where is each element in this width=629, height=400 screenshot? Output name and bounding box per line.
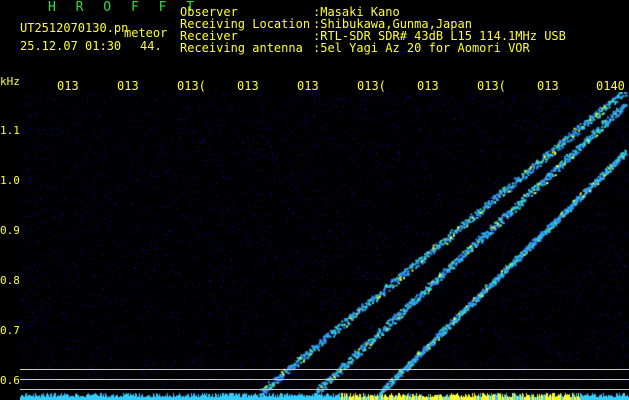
y-tick-label: 1.0 [0,174,20,187]
guide-line [20,389,629,390]
antenna-value: :5el Yagi Az 20 for Aomori VOR [313,41,530,55]
app-title: H R O F F T [48,0,201,15]
y-axis-unit: kHz [0,75,20,88]
time-tick-label: 013 [417,79,439,93]
filename-label: UT2512070130.pn [20,21,129,35]
time-tick-label: 013( [177,79,206,93]
time-tick-label: 013 [117,79,139,93]
spectrogram [20,92,629,400]
guide-line [20,369,629,370]
time-tick-label: 013( [477,79,506,93]
time-tick-label: 013 [297,79,319,93]
datetime-label: 25.12.07 01:30 [20,39,122,53]
y-tick-label: 0.9 [0,224,20,237]
y-tick-label: 0.8 [0,274,20,287]
time-tick-label: 013 [537,79,559,93]
time-tick-label: 013 [57,79,79,93]
mode-label: meteor [124,26,168,40]
y-tick-label: 0.6 [0,374,20,387]
value-label: 44. [140,39,162,53]
y-tick-label: 1.1 [0,124,20,137]
y-tick-label: 0.7 [0,324,20,337]
guide-line [20,379,629,380]
time-tick-label: 013( [357,79,386,93]
header-panel: H R O F F T UT2512070130.pn meteor 25.12… [0,0,629,76]
antenna-label: Receiving antenna [180,41,303,55]
time-tick-label: 013 [237,79,259,93]
time-tick-label: 0140 [596,79,625,93]
